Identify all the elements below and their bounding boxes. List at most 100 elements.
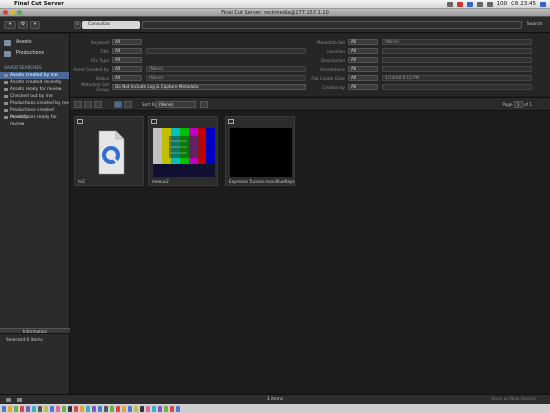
date-field[interactable]: 1/14/08 6:15 PM bbox=[382, 75, 532, 81]
search-input[interactable] bbox=[142, 21, 522, 29]
sidebar-item-assets[interactable]: Assets bbox=[0, 37, 69, 48]
filter-select[interactable]: All bbox=[112, 57, 142, 63]
filter-select[interactable]: All bbox=[112, 48, 142, 54]
close-window-button[interactable] bbox=[3, 10, 8, 15]
app-icon[interactable] bbox=[26, 405, 30, 412]
filter-select[interactable]: All bbox=[348, 75, 378, 81]
volume-icon[interactable] bbox=[486, 1, 493, 7]
finder-icon[interactable] bbox=[2, 405, 6, 412]
filter-select[interactable]: All bbox=[112, 39, 142, 45]
filter-value-field[interactable]: (None) bbox=[146, 66, 306, 72]
app-icon[interactable] bbox=[38, 405, 42, 412]
sort-select[interactable]: (None) bbox=[156, 101, 196, 108]
item-count: 3 items bbox=[266, 397, 284, 402]
saved-search-item[interactable]: Productions created recently bbox=[0, 107, 69, 120]
adobe-icon[interactable] bbox=[456, 1, 463, 7]
app-icon[interactable] bbox=[170, 405, 174, 412]
info-panel-header[interactable]: Information bbox=[0, 328, 70, 334]
app-icon[interactable] bbox=[14, 405, 18, 412]
filter-value-field[interactable] bbox=[382, 84, 532, 90]
app-icon[interactable] bbox=[32, 405, 36, 412]
app-icon[interactable] bbox=[146, 405, 150, 412]
filter-value-field[interactable] bbox=[382, 57, 532, 63]
app-icon[interactable] bbox=[122, 405, 126, 412]
filter-value-field[interactable] bbox=[146, 48, 306, 54]
app-icon[interactable] bbox=[152, 405, 156, 412]
search-icon[interactable]: ⌕ bbox=[74, 21, 81, 29]
dock bbox=[0, 404, 550, 413]
saved-search-item[interactable]: Assets created by me bbox=[0, 72, 69, 79]
filter-label: Location bbox=[327, 48, 345, 54]
clock[interactable]: Сб 23:45 bbox=[511, 1, 536, 7]
action-button[interactable]: ⚙ bbox=[18, 21, 28, 29]
svg-text:==========: ========== bbox=[170, 145, 187, 149]
filter-options-icon[interactable] bbox=[94, 101, 102, 108]
thumbnail-view-icon[interactable] bbox=[114, 101, 122, 108]
status-icon[interactable] bbox=[446, 1, 453, 7]
app-icon[interactable] bbox=[128, 405, 132, 412]
app-icon[interactable] bbox=[158, 405, 162, 412]
zoom-window-button[interactable] bbox=[17, 10, 22, 15]
asset-tile[interactable]: Expresso Tucano.mov.BlueRays bbox=[225, 116, 295, 186]
saved-search-item[interactable]: Productions created by me bbox=[0, 100, 69, 107]
app-icon[interactable] bbox=[20, 405, 24, 412]
saved-search-item[interactable]: Assets created recently bbox=[0, 79, 69, 86]
app-icon[interactable] bbox=[62, 405, 66, 412]
new-asset-button[interactable]: ▾ bbox=[4, 21, 16, 29]
app-icon[interactable] bbox=[176, 405, 180, 412]
app-icon[interactable] bbox=[164, 405, 168, 412]
filter-select[interactable]: All bbox=[348, 57, 378, 63]
search-scope-select[interactable]: Consultas interessantes bbox=[82, 21, 140, 35]
sort-direction-icon[interactable] bbox=[200, 101, 208, 108]
app-icon[interactable] bbox=[44, 405, 48, 412]
bluetooth-icon[interactable] bbox=[466, 1, 473, 7]
app-icon[interactable] bbox=[56, 405, 60, 412]
minimize-window-button[interactable] bbox=[10, 10, 15, 15]
battery-status[interactable]: 100 bbox=[497, 1, 508, 7]
app-menu[interactable]: Final Cut Server bbox=[14, 1, 64, 7]
asset-tile[interactable]: ========== ========== ========== meeus2 bbox=[148, 116, 218, 186]
sidebar-item-productions[interactable]: Productions bbox=[0, 48, 69, 59]
filter-select[interactable]: All bbox=[348, 39, 378, 45]
app-icon[interactable] bbox=[116, 405, 120, 412]
list-view-icon[interactable] bbox=[124, 101, 132, 108]
app-icon[interactable] bbox=[98, 405, 102, 412]
filter-value-field[interactable] bbox=[382, 48, 532, 54]
save-search-button[interactable]: Save as New Search bbox=[491, 397, 536, 402]
asset-tile[interactable]: m2 bbox=[74, 116, 144, 186]
sidebar-item-label: Assets bbox=[16, 40, 32, 45]
filter-select[interactable]: All bbox=[348, 66, 378, 72]
spotlight-icon[interactable] bbox=[540, 1, 546, 7]
page-number-field[interactable]: 1 bbox=[513, 101, 523, 108]
info-panel-text: Selected 0 items bbox=[6, 338, 43, 343]
saved-search-item[interactable]: Productions ready for review bbox=[0, 114, 69, 127]
saved-search-item[interactable]: Assets ready for review bbox=[0, 86, 69, 93]
remove-filter-icon[interactable] bbox=[84, 101, 92, 108]
app-icon[interactable] bbox=[110, 405, 114, 412]
filter-select[interactable]: All bbox=[112, 75, 142, 81]
app-icon[interactable] bbox=[92, 405, 96, 412]
app-icon[interactable] bbox=[74, 405, 78, 412]
filter-value-field[interactable]: (None) bbox=[382, 39, 532, 45]
view-button[interactable]: ▾ bbox=[30, 21, 40, 29]
app-icon[interactable] bbox=[86, 405, 90, 412]
app-icon[interactable] bbox=[104, 405, 108, 412]
app-icon[interactable] bbox=[134, 405, 138, 412]
filter-select[interactable]: All bbox=[348, 84, 378, 90]
app-icon[interactable] bbox=[80, 405, 84, 412]
app-icon[interactable] bbox=[140, 405, 144, 412]
metadata-group-select[interactable]: Do Not Include Log & Capture Metadata bbox=[112, 84, 306, 90]
filter-value-field[interactable]: (None) bbox=[146, 75, 306, 81]
app-icon[interactable] bbox=[50, 405, 54, 412]
filter-select[interactable]: All bbox=[348, 48, 378, 54]
filter-select[interactable]: All bbox=[112, 66, 142, 72]
add-filter-icon[interactable] bbox=[74, 101, 82, 108]
saved-search-item[interactable]: Checked out by me bbox=[0, 93, 69, 100]
filter-value-field[interactable] bbox=[382, 66, 532, 72]
search-button[interactable]: Search bbox=[523, 21, 546, 29]
toolbar: ▾ ⚙ ▾ ⌕ Consultas interessantes Search bbox=[0, 17, 550, 35]
app-icon[interactable] bbox=[68, 405, 72, 412]
wifi-icon[interactable] bbox=[476, 1, 483, 7]
app-icon[interactable] bbox=[8, 405, 12, 412]
filter-label: Asset Created by bbox=[73, 66, 109, 72]
